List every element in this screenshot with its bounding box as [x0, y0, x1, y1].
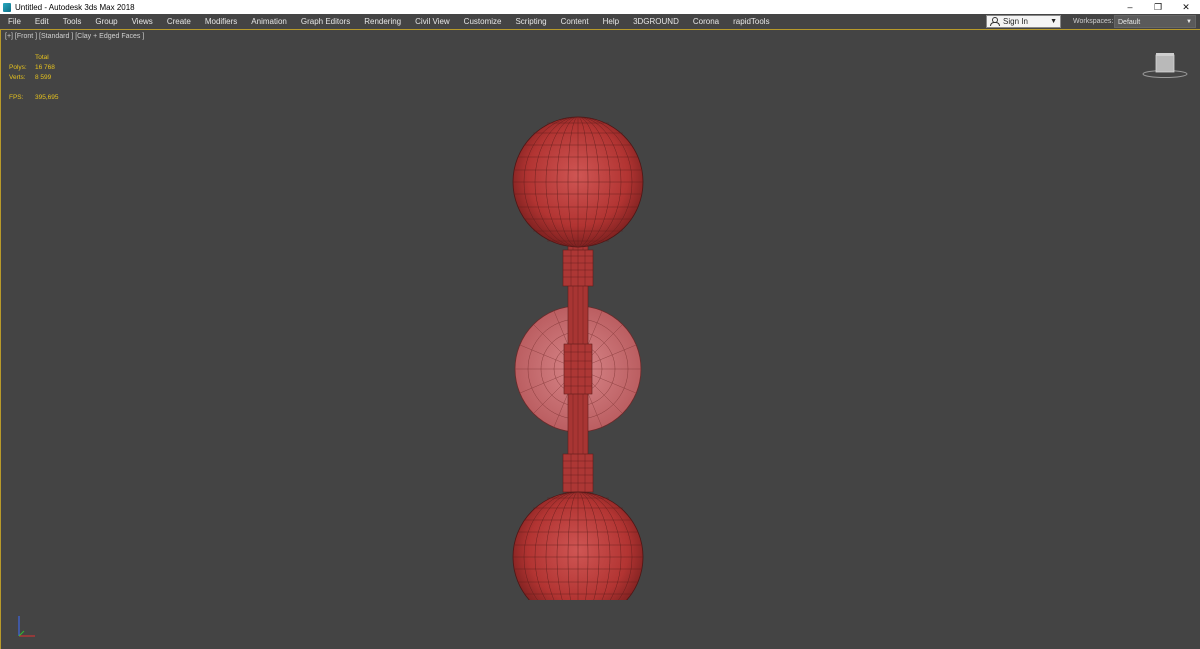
- verts-label: Verts:: [9, 74, 26, 81]
- rod-mesh: [562, 239, 594, 501]
- polys-value: 16 768: [35, 64, 55, 71]
- menu-corona[interactable]: Corona: [686, 14, 726, 29]
- dumbbell-model[interactable]: [501, 80, 661, 600]
- menu-views[interactable]: Views: [125, 14, 160, 29]
- menu-3dground[interactable]: 3DGROUND: [626, 14, 686, 29]
- menu-bar: File Edit Tools Group Views Create Modif…: [0, 14, 1200, 30]
- bottom-sphere-mesh: [512, 491, 644, 600]
- workspace-value: Default: [1118, 19, 1141, 26]
- menu-customize[interactable]: Customize: [457, 14, 509, 29]
- menu-rendering[interactable]: Rendering: [357, 14, 408, 29]
- verts-value: 8 599: [35, 74, 52, 81]
- window-title: Untitled - Autodesk 3ds Max 2018: [15, 2, 135, 12]
- menu-scripting[interactable]: Scripting: [508, 14, 553, 29]
- fps-value: 395,695: [35, 94, 59, 101]
- maximize-button[interactable]: ❐: [1144, 0, 1172, 14]
- front-viewport[interactable]: [+] [Front ] [Standard ] [Clay + Edged F…: [0, 30, 1200, 649]
- sign-in-dropdown[interactable]: Sign In ▼: [986, 15, 1061, 28]
- close-button[interactable]: ✕: [1172, 0, 1200, 14]
- menu-file[interactable]: File: [0, 14, 28, 29]
- caret-down-icon: ▼: [1050, 18, 1057, 25]
- axis-tripod-icon: [18, 616, 35, 637]
- title-bar: Untitled - Autodesk 3ds Max 2018 – ❐ ✕: [0, 0, 1200, 14]
- 3dsmax-app-icon: [3, 2, 11, 12]
- menu-tools[interactable]: Tools: [56, 14, 89, 29]
- menu-content[interactable]: Content: [554, 14, 596, 29]
- menu-civil-view[interactable]: Civil View: [408, 14, 457, 29]
- stats-header: Total: [35, 54, 49, 61]
- menu-help[interactable]: Help: [596, 14, 626, 29]
- sign-in-label: Sign In: [1003, 17, 1028, 26]
- minimize-button[interactable]: –: [1116, 0, 1144, 14]
- viewport-label-menu[interactable]: [+] [Front ] [Standard ] [Clay + Edged F…: [5, 33, 144, 40]
- viewcube-icon[interactable]: [1142, 50, 1188, 80]
- user-icon: [990, 17, 1000, 26]
- menu-create[interactable]: Create: [160, 14, 198, 29]
- caret-down-icon: ▼: [1186, 19, 1192, 25]
- workspace-select[interactable]: Default ▼: [1114, 15, 1196, 28]
- statistics-overlay: Total Polys: 16 768 Verts: 8 599 FPS: 395,6…: [9, 53, 59, 103]
- menu-group[interactable]: Group: [88, 14, 124, 29]
- polys-label: Polys:: [9, 64, 27, 71]
- top-sphere-mesh: [512, 116, 644, 248]
- menu-modifiers[interactable]: Modifiers: [198, 14, 244, 29]
- menu-rapidtools[interactable]: rapidTools: [726, 14, 776, 29]
- menu-edit[interactable]: Edit: [28, 14, 56, 29]
- menu-graph-editors[interactable]: Graph Editors: [294, 14, 357, 29]
- menu-animation[interactable]: Animation: [244, 14, 294, 29]
- fps-label: FPS:: [9, 94, 24, 101]
- workspaces-label: Workspaces:: [1073, 18, 1114, 25]
